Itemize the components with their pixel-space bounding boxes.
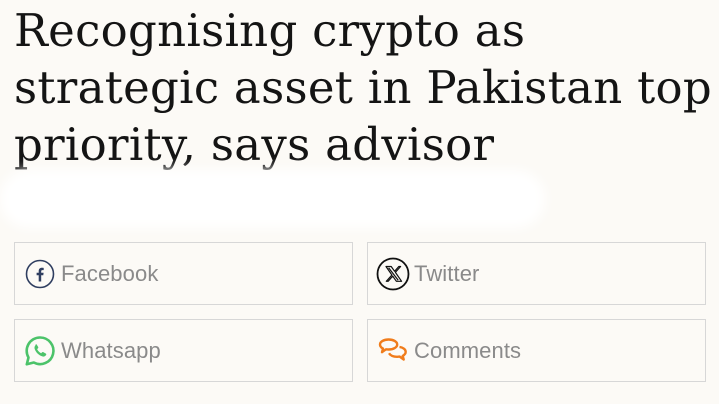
facebook-icon — [22, 256, 58, 292]
comments-label: Comments — [414, 337, 522, 363]
article-headline: Recognising crypto as strategic asset in… — [14, 2, 714, 173]
share-facebook-label: Facebook — [61, 260, 159, 286]
share-facebook-button[interactable]: Facebook — [14, 242, 353, 305]
headline-line-2: strategic asset in Pakistan top — [14, 61, 712, 114]
share-whatsapp-button[interactable]: Whatsapp — [14, 319, 353, 382]
x-twitter-icon — [375, 256, 411, 292]
share-whatsapp-label: Whatsapp — [61, 337, 161, 363]
whatsapp-icon — [22, 333, 58, 369]
share-twitter-button[interactable]: Twitter — [367, 242, 706, 305]
blurred-byline — [0, 170, 545, 228]
comments-icon — [375, 333, 411, 369]
headline-line-3: priority, says advisor — [14, 118, 495, 171]
share-twitter-label: Twitter — [414, 260, 480, 286]
comments-button[interactable]: Comments — [367, 319, 706, 382]
headline-line-1: Recognising crypto as — [14, 4, 526, 57]
